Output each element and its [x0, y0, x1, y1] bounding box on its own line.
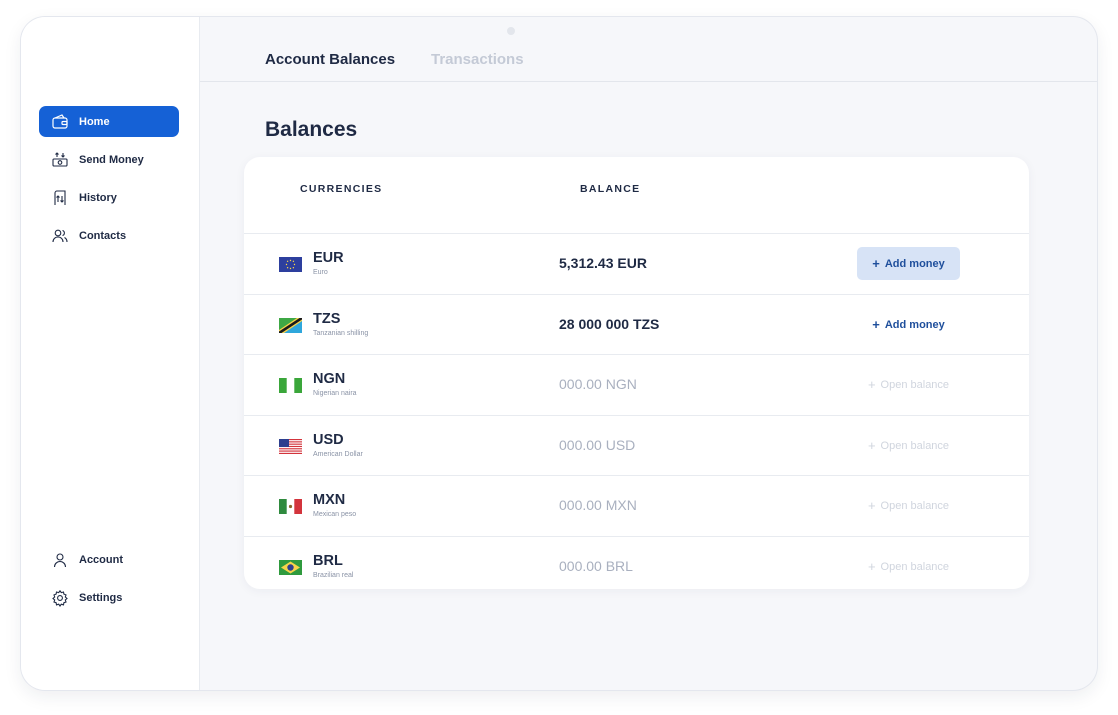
balance-value: 000.00 NGN — [559, 376, 637, 392]
currency-code: USD — [313, 432, 344, 448]
action-label: Open balance — [880, 439, 950, 452]
history-icon — [51, 189, 69, 207]
currency-name: Brazilian real — [313, 572, 354, 579]
brazil-flag-icon — [279, 560, 302, 575]
usa-flag-icon — [279, 439, 302, 454]
sidebar: Home Send Money History Contacts Account — [21, 17, 200, 690]
user-icon — [51, 551, 69, 569]
tanzania-flag-icon — [279, 318, 302, 333]
table-row: EUR Euro 5,312.43 EUR + Add money — [244, 233, 1029, 294]
action-label: Open balance — [880, 378, 950, 391]
currency-name: Mexican peso — [313, 511, 357, 518]
page-title: Balances — [265, 118, 358, 141]
open-balance-button[interactable]: + Open balance — [857, 550, 960, 583]
eu-flag-icon — [279, 257, 302, 272]
balance-value: 28 000 000 TZS — [559, 316, 660, 332]
action-label: Open balance — [880, 560, 950, 573]
plus-icon: + — [867, 559, 876, 574]
plus-icon: + — [867, 438, 876, 453]
plus-icon: + — [867, 377, 876, 392]
currency-name: American Dollar — [313, 451, 363, 458]
column-header-currencies: CURRENCIES — [300, 183, 383, 195]
balance-value: 5,312.43 EUR — [559, 255, 647, 271]
sidebar-item-label: Settings — [79, 591, 123, 604]
sidebar-item-label: Account — [79, 553, 123, 566]
table-row: MXN Mexican peso 000.00 MXN + Open balan… — [244, 475, 1029, 536]
mexico-flag-icon — [279, 499, 302, 514]
tab-transactions[interactable]: Transactions — [431, 51, 524, 68]
add-money-button[interactable]: + Add money — [857, 308, 960, 341]
currency-code: NGN — [313, 371, 346, 387]
table-row: USD American Dollar 000.00 USD + Open ba… — [244, 415, 1029, 476]
tab-bar: Account Balances Transactions — [200, 17, 1097, 82]
action-label: Add money — [884, 257, 945, 270]
action-label: Add money — [884, 318, 945, 331]
currency-code: EUR — [313, 250, 344, 266]
sidebar-item-account[interactable]: Account — [39, 544, 179, 575]
add-money-button[interactable]: + Add money — [857, 247, 960, 280]
table-row: BRL Brazilian real 000.00 BRL + Open bal… — [244, 536, 1029, 597]
sidebar-item-label: Send Money — [79, 153, 144, 166]
balance-value: 000.00 USD — [559, 437, 636, 453]
sidebar-item-label: Home — [79, 115, 110, 128]
balance-value: 000.00 MXN — [559, 497, 637, 513]
action-label: Open balance — [880, 499, 950, 512]
balance-value: 000.00 BRL — [559, 558, 633, 574]
sidebar-item-contacts[interactable]: Contacts — [39, 220, 179, 251]
sidebar-item-label: History — [79, 191, 117, 204]
table-row: TZS Tanzanian shilling 28 000 000 TZS + … — [244, 294, 1029, 355]
sidebar-item-history[interactable]: History — [39, 182, 179, 213]
open-balance-button[interactable]: + Open balance — [857, 429, 960, 462]
currency-code: BRL — [313, 553, 343, 569]
send-money-icon — [51, 151, 69, 169]
nigeria-flag-icon — [279, 378, 302, 393]
currency-code: TZS — [313, 311, 341, 327]
plus-icon: + — [872, 317, 880, 332]
sidebar-item-settings[interactable]: Settings — [39, 582, 179, 613]
gear-icon — [51, 589, 69, 607]
column-header-balance: BALANCE — [580, 183, 641, 195]
currency-name: Euro — [313, 269, 328, 276]
currency-name: Tanzanian shilling — [313, 330, 369, 337]
sidebar-item-send-money[interactable]: Send Money — [39, 144, 179, 175]
currency-code: MXN — [313, 492, 346, 508]
sidebar-item-home[interactable]: Home — [39, 106, 179, 137]
plus-icon: + — [867, 498, 876, 513]
currency-name: Nigerian naira — [313, 390, 357, 397]
open-balance-button[interactable]: + Open balance — [857, 489, 960, 522]
contacts-icon — [51, 227, 69, 245]
tab-account-balances[interactable]: Account Balances — [265, 51, 395, 68]
wallet-icon — [51, 113, 69, 131]
open-balance-button[interactable]: + Open balance — [857, 368, 960, 401]
table-row: NGN Nigerian naira 000.00 NGN + Open bal… — [244, 354, 1029, 415]
sidebar-item-label: Contacts — [79, 229, 127, 242]
plus-icon: + — [872, 256, 880, 271]
